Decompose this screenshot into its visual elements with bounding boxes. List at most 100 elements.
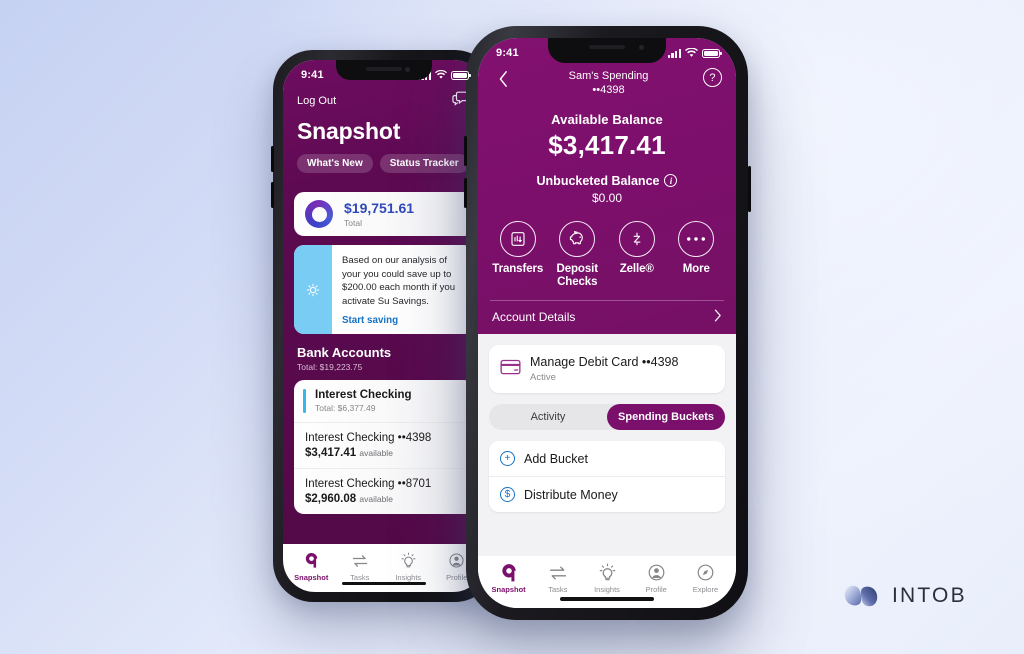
back-page-title: Snapshot (297, 118, 401, 144)
tab-spending-buckets[interactable]: Spending Buckets (607, 404, 725, 431)
accounts-card: Interest Checking Total: $6,377.49 Inter… (294, 380, 474, 515)
account-row-title: Interest Checking ••4398 (305, 432, 432, 445)
dollar-circle-icon: $ (500, 487, 515, 503)
intobi-logo-icon (843, 578, 879, 614)
chip-whats-new[interactable]: What's New (297, 154, 373, 173)
total-amount: $19,751.61 (344, 200, 415, 217)
compass-icon (696, 563, 715, 582)
action-transfers[interactable]: Transfers (488, 220, 548, 289)
brand-logo: INTOB (843, 578, 967, 614)
distribute-money-row[interactable]: $ Distribute Money (489, 476, 725, 512)
tab-snapshot[interactable]: Snapshot (484, 563, 533, 594)
action-label: More (682, 262, 710, 275)
status-time: 9:41 (496, 47, 519, 59)
add-bucket-row[interactable]: + Add Bucket (489, 441, 725, 476)
ellipsis-icon (678, 220, 715, 257)
tab-label: Profile (446, 573, 468, 582)
available-balance-amount: $3,417.41 (548, 129, 666, 160)
chevron-right-icon (714, 309, 722, 325)
unbucketed-balance-row: Unbucketed Balance i (478, 174, 736, 188)
front-phone-screen: 9:41 Sam's Spending ••4398 ? Available B… (478, 38, 736, 608)
account-hero-header: 9:41 Sam's Spending ••4398 ? Available B… (478, 38, 736, 334)
wifi-icon (435, 70, 447, 79)
bucket-actions-card: + Add Bucket $ Distribute Money (489, 441, 725, 513)
power-button[interactable] (747, 166, 751, 212)
person-circle-icon (647, 563, 666, 582)
action-more[interactable]: More (667, 220, 727, 289)
account-group-header[interactable]: Interest Checking Total: $6,377.49 (294, 380, 474, 422)
question-mark-icon[interactable]: ? (702, 68, 722, 87)
chip-status-tracker[interactable]: Status Tracker (379, 154, 469, 173)
volume-up-button[interactable] (271, 146, 274, 172)
back-phone-notch (336, 60, 432, 80)
front-home-indicator (560, 597, 654, 601)
tab-tasks[interactable]: Tasks (336, 551, 385, 592)
account-color-bar (303, 389, 306, 414)
account-row-amount: $2,960.08 (305, 493, 357, 506)
table-row[interactable]: Interest Checking ••8701 $2,960.08 avail… (294, 468, 474, 514)
insight-text: Based on our analysis of your you could … (342, 255, 456, 307)
activity-buckets-segmented-control: Activity Spending Buckets (489, 404, 725, 431)
lightbulb-icon (294, 245, 332, 335)
tab-explore[interactable]: Explore (681, 563, 730, 594)
chevron-left-icon[interactable] (492, 68, 514, 90)
balance-block: Available Balance $3,417.41 (478, 98, 736, 161)
plus-circle-icon: + (500, 451, 515, 467)
tab-label: Snapshot (294, 573, 329, 582)
zelle-icon (618, 220, 655, 257)
tab-snapshot[interactable]: Snapshot (287, 551, 336, 592)
account-row-suffix: available (359, 494, 393, 505)
available-balance-label: Available Balance (551, 111, 663, 127)
tab-tasks[interactable]: Tasks (533, 563, 582, 594)
back-home-indicator (342, 581, 426, 585)
transfers-icon (499, 220, 536, 257)
add-bucket-label: Add Bucket (524, 451, 588, 466)
volume-down-button[interactable] (463, 178, 467, 208)
account-group-total: Total: $6,377.49 (315, 403, 376, 414)
total-balance-card[interactable]: $19,751.61 Total (294, 192, 474, 236)
info-icon[interactable]: i (664, 174, 678, 187)
total-label: Total (344, 217, 362, 228)
piggy-bank-icon (559, 220, 596, 257)
manage-debit-card-row[interactable]: Manage Debit Card ••4398 Active (489, 344, 725, 394)
back-phone-device: 9:41 Log Out Snapshot What's New Status … (271, 50, 495, 602)
account-group-title: Interest Checking (315, 389, 412, 402)
tab-insights[interactable]: Insights (582, 563, 631, 594)
savings-insight-card[interactable]: Based on our analysis of your you could … (294, 245, 474, 335)
tab-insights[interactable]: Insights (384, 551, 433, 592)
person-circle-icon (448, 551, 465, 570)
lightbulb-icon (400, 551, 417, 570)
action-zelle[interactable]: Zelle® (607, 220, 667, 289)
lightbulb-icon (598, 563, 617, 582)
donut-chart-icon (305, 200, 333, 228)
tab-label: Tasks (548, 585, 568, 594)
header-chip-row: What's New Status Tracker (283, 145, 485, 173)
snapshot-logo-icon (499, 563, 519, 582)
account-details-row[interactable]: Account Details (490, 299, 724, 334)
snapshot-logo-icon (303, 551, 320, 570)
signal-bars-icon (667, 48, 681, 58)
volume-up-button[interactable] (463, 136, 467, 166)
tab-profile[interactable]: Profile (632, 563, 681, 594)
action-deposit-checks[interactable]: Deposit Checks (548, 220, 608, 289)
account-number: ••4398 (592, 83, 625, 96)
action-label: Deposit Checks (556, 262, 599, 288)
action-label: Transfers (492, 262, 544, 275)
account-details-label: Account Details (492, 309, 576, 324)
back-phone-screen: 9:41 Log Out Snapshot What's New Status … (283, 60, 485, 592)
brand-name: INTOB (892, 584, 967, 607)
account-title-block: Sam's Spending ••4398 (569, 68, 649, 98)
debit-card-status: Active (530, 371, 556, 383)
debit-card-title: Manage Debit Card ••4398 (530, 354, 679, 369)
account-name: Sam's Spending (568, 70, 649, 82)
tab-activity[interactable]: Activity (489, 404, 607, 430)
tab-label: Insights (594, 585, 620, 594)
logout-button[interactable]: Log Out (297, 95, 336, 107)
status-time: 9:41 (301, 69, 324, 81)
table-row[interactable]: Interest Checking ••4398 $3,417.41 avail… (294, 422, 474, 468)
start-saving-link[interactable]: Start saving (342, 315, 465, 326)
action-label: Zelle® (619, 262, 654, 275)
account-row-amount: $3,417.41 (305, 447, 357, 460)
tab-label: Snapshot (491, 585, 526, 594)
volume-down-button[interactable] (271, 182, 274, 208)
